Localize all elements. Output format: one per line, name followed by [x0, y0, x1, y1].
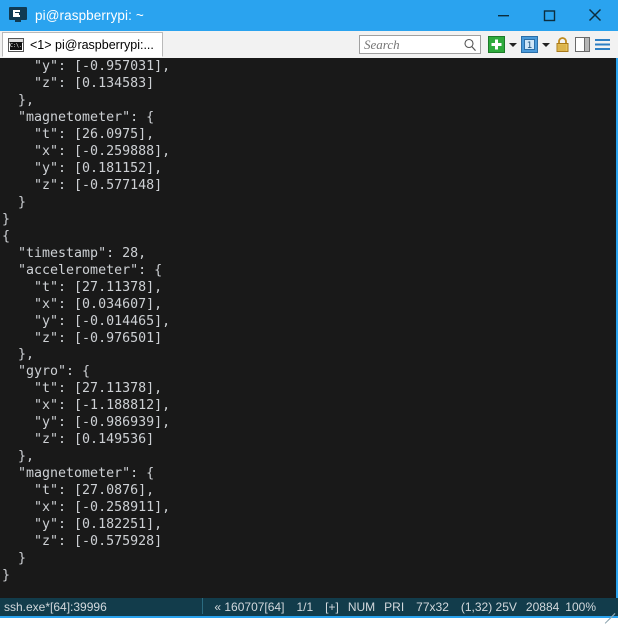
terminal-line: "t": [27.11378], — [2, 381, 163, 397]
terminal-line: "t": [27.0876], — [2, 483, 155, 499]
window-list-dropdown-chevron-down-icon[interactable] — [540, 35, 551, 54]
close-button[interactable] — [572, 0, 618, 30]
terminal-line: "accelerometer": { — [2, 262, 163, 278]
terminal-line: "z": [0.134583] — [2, 75, 155, 91]
terminal-line: "y": [-0.986939], — [2, 415, 171, 431]
terminal-line: } — [2, 211, 11, 227]
app-icon — [9, 7, 27, 23]
status-priority: PRI — [384, 600, 405, 614]
window-controls — [480, 0, 618, 30]
status-process: ssh.exe*[64]:39996 — [4, 600, 107, 614]
terminal-line: { — [2, 228, 11, 244]
terminal-line: } — [2, 551, 27, 567]
status-plus-flag: [+] — [325, 600, 339, 614]
terminal-line: "magnetometer": { — [2, 109, 155, 125]
terminal-line: }, — [2, 347, 35, 363]
split-pane-button[interactable] — [573, 35, 592, 54]
terminal-output[interactable]: "y": [-0.957031], "z": [0.134583] }, "ma… — [0, 58, 616, 598]
console-window: pi@raspberrypi: ~ <1> pi@raspber — [0, 0, 618, 624]
terminal-line: "t": [27.11378], — [2, 279, 163, 295]
toolbar: <1> pi@raspberrypi:... — [0, 30, 618, 58]
tab-label: <1> pi@raspberrypi:... — [30, 37, 154, 52]
terminal-line: "y": [0.181152], — [2, 160, 163, 176]
resize-grip[interactable] — [601, 600, 616, 624]
new-tab-button[interactable] — [487, 35, 506, 54]
window-list-button[interactable]: 1 — [520, 35, 539, 54]
terminal-line: "x": [-1.188812], — [2, 398, 171, 414]
terminal-line: "y": [0.182251], — [2, 517, 163, 533]
terminal-area: "y": [-0.957031], "z": [0.134583] }, "ma… — [0, 58, 618, 598]
status-cursor: (1,32) 25V — [460, 600, 517, 614]
magnifier-icon[interactable] — [460, 38, 480, 52]
terminal-line: "x": [0.034607], — [2, 296, 163, 312]
title-bar[interactable]: pi@raspberrypi: ~ — [0, 0, 618, 30]
terminal-line: "x": [-0.258911], — [2, 500, 171, 516]
terminal-line: "timestamp": 28, — [2, 245, 147, 261]
hamburger-menu-button[interactable] — [593, 35, 612, 54]
terminal-line: "z": [-0.575928] — [2, 534, 163, 550]
terminal-line: }, — [2, 449, 35, 465]
search-input[interactable] — [360, 36, 460, 53]
status-bar: ssh.exe*[64]:39996 « 160707[64] 1/1 [+] … — [0, 598, 618, 624]
minimize-button[interactable] — [480, 0, 526, 30]
terminal-line: "magnetometer": { — [2, 466, 155, 482]
toolbar-right-group: 1 — [359, 35, 618, 54]
svg-text:1: 1 — [527, 41, 532, 51]
lock-button[interactable] — [553, 35, 572, 54]
terminal-line: } — [2, 568, 11, 584]
status-right-group: « 160707[64] 1/1 [+] NUM PRI 77x32 (1,32… — [208, 600, 618, 624]
search-box[interactable] — [359, 35, 481, 54]
terminal-line: "x": [-0.259888], — [2, 143, 171, 159]
tab-console-1[interactable]: <1> pi@raspberrypi:... — [2, 32, 163, 57]
status-pages: 1/1 — [296, 600, 314, 614]
terminal-line: "t": [26.0975], — [2, 126, 155, 142]
terminal-line: "gyro": { — [2, 364, 91, 380]
status-buffer-marker: « 160707[64] — [214, 600, 285, 614]
terminal-line: "z": [-0.577148] — [2, 177, 163, 193]
terminal-line: "y": [-0.014465], — [2, 313, 171, 329]
terminal-line: } — [2, 194, 27, 210]
status-zoom: 100% — [565, 600, 596, 614]
status-lines-count: 20884 — [525, 600, 560, 614]
status-size: 77x32 — [416, 600, 449, 614]
terminal-line: "z": [-0.976501] — [2, 330, 163, 346]
status-divider — [202, 598, 203, 614]
terminal-line: "y": [-0.957031], — [2, 59, 171, 74]
console-window-icon — [8, 37, 24, 52]
new-tab-dropdown-chevron-down-icon[interactable] — [507, 35, 518, 54]
maximize-button[interactable] — [526, 0, 572, 30]
terminal-line: "z": [0.149536] — [2, 432, 155, 448]
status-num-lock: NUM — [347, 600, 376, 614]
window-title: pi@raspberrypi: ~ — [35, 7, 144, 23]
terminal-line: }, — [2, 92, 35, 108]
